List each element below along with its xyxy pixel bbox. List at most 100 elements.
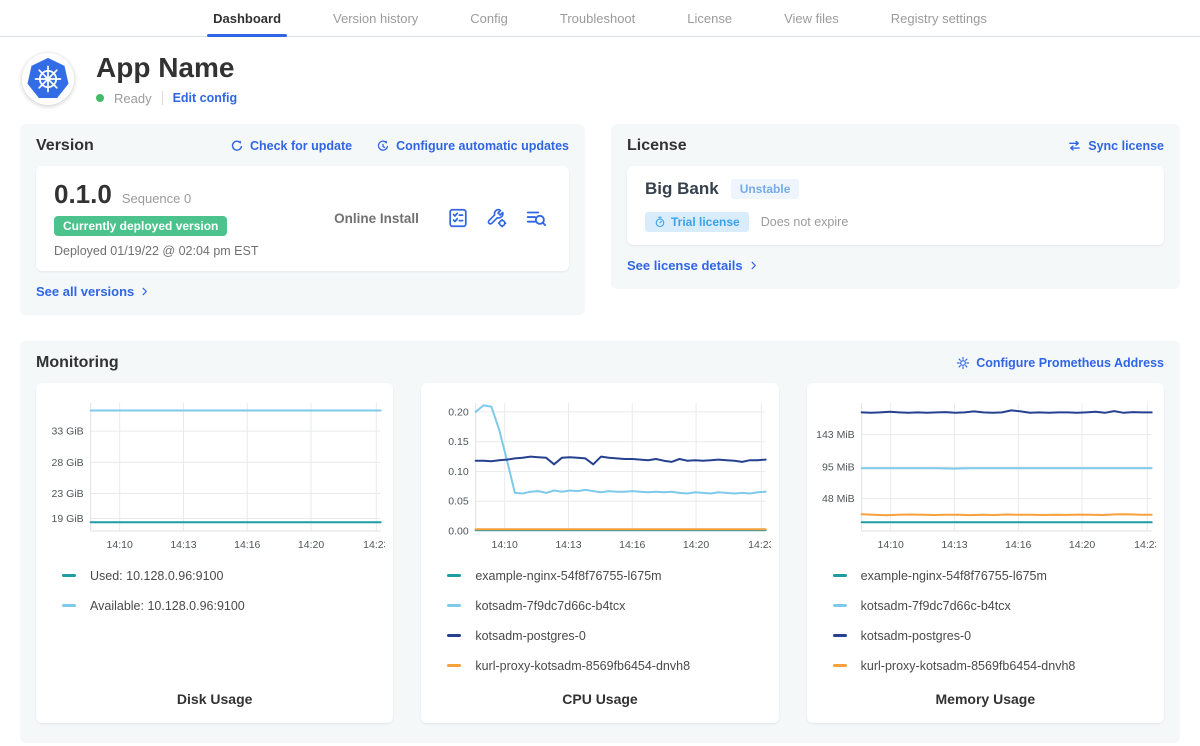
legend-swatch bbox=[447, 634, 461, 637]
legend-item: kotsadm-7f9dc7d66c-b4tcx bbox=[833, 599, 1156, 613]
license-panel: Big Bank Unstable Trial license Does not… bbox=[627, 166, 1164, 245]
svg-text:143 MiB: 143 MiB bbox=[816, 429, 855, 441]
tab-version-history[interactable]: Version history bbox=[307, 0, 444, 36]
legend-swatch bbox=[833, 604, 847, 607]
legend-label: kotsadm-7f9dc7d66c-b4tcx bbox=[475, 599, 625, 613]
svg-text:19 GiB: 19 GiB bbox=[52, 513, 84, 525]
svg-text:0.05: 0.05 bbox=[449, 496, 470, 508]
check-for-update-button[interactable]: Check for update bbox=[230, 139, 352, 153]
legend-label: kotsadm-postgres-0 bbox=[861, 629, 971, 643]
svg-text:14:13: 14:13 bbox=[941, 539, 967, 551]
svg-text:95 MiB: 95 MiB bbox=[822, 461, 855, 473]
refresh-icon bbox=[230, 139, 244, 153]
svg-text:23 GiB: 23 GiB bbox=[52, 488, 84, 500]
edit-config-link[interactable]: Edit config bbox=[173, 91, 238, 105]
legend-item: example-nginx-54f8f76755-l675m bbox=[447, 569, 770, 583]
svg-text:14:16: 14:16 bbox=[1005, 539, 1031, 551]
sync-license-button[interactable]: Sync license bbox=[1067, 138, 1164, 153]
top-nav: DashboardVersion historyConfigTroublesho… bbox=[0, 0, 1200, 37]
legend-swatch bbox=[62, 604, 76, 607]
current-version-panel: 0.1.0 Sequence 0 Currently deployed vers… bbox=[36, 166, 569, 271]
deployed-timestamp: Deployed 01/19/22 @ 02:04 pm EST bbox=[54, 244, 306, 258]
currently-deployed-badge: Currently deployed version bbox=[54, 216, 227, 236]
chart-title: Memory Usage bbox=[815, 675, 1156, 707]
tab-license[interactable]: License bbox=[661, 0, 758, 36]
svg-text:14:20: 14:20 bbox=[1069, 539, 1095, 551]
see-all-versions-link[interactable]: See all versions bbox=[36, 284, 150, 299]
chart-legend: example-nginx-54f8f76755-l675m kotsadm-7f… bbox=[833, 569, 1156, 673]
tab-dashboard[interactable]: Dashboard bbox=[187, 0, 307, 36]
svg-text:14:10: 14:10 bbox=[492, 539, 518, 551]
svg-text:14:20: 14:20 bbox=[683, 539, 709, 551]
legend-label: kurl-proxy-kotsadm-8569fb6454-dnvh8 bbox=[861, 659, 1076, 673]
svg-text:14:16: 14:16 bbox=[619, 539, 645, 551]
svg-text:48 MiB: 48 MiB bbox=[822, 493, 855, 505]
chart-canvas: 14:1014:1314:1614:2014:2348 MiB95 MiB143… bbox=[815, 395, 1156, 557]
svg-text:14:23: 14:23 bbox=[363, 539, 385, 551]
legend-swatch bbox=[62, 574, 76, 577]
deploy-logs-icon[interactable] bbox=[525, 207, 547, 229]
legend-item: example-nginx-54f8f76755-l675m bbox=[833, 569, 1156, 583]
chevron-right-icon bbox=[139, 286, 150, 297]
chart-card: 14:1014:1314:1614:2014:2348 MiB95 MiB143… bbox=[807, 383, 1164, 723]
legend-item: kotsadm-postgres-0 bbox=[833, 629, 1156, 643]
legend-label: Available: 10.128.0.96:9100 bbox=[90, 599, 245, 613]
svg-text:0.15: 0.15 bbox=[449, 436, 470, 448]
svg-text:14:23: 14:23 bbox=[749, 539, 771, 551]
edit-config-wrench-icon[interactable] bbox=[486, 207, 508, 229]
chart-title: CPU Usage bbox=[429, 675, 770, 707]
legend-swatch bbox=[447, 604, 461, 607]
legend-item: kurl-proxy-kotsadm-8569fb6454-dnvh8 bbox=[833, 659, 1156, 673]
tab-config[interactable]: Config bbox=[444, 0, 534, 36]
svg-text:14:16: 14:16 bbox=[234, 539, 260, 551]
install-type-label: Online Install bbox=[306, 211, 447, 226]
license-expiry-text: Does not expire bbox=[761, 215, 849, 229]
gear-icon bbox=[956, 356, 970, 370]
legend-label: kotsadm-7f9dc7d66c-b4tcx bbox=[861, 599, 1011, 613]
legend-label: Used: 10.128.0.96:9100 bbox=[90, 569, 223, 583]
tab-registry-settings[interactable]: Registry settings bbox=[865, 0, 1013, 36]
svg-text:14:13: 14:13 bbox=[170, 539, 196, 551]
version-card: Version Check for update Configure autom… bbox=[20, 124, 585, 315]
legend-item: Used: 10.128.0.96:9100 bbox=[62, 569, 385, 583]
chart-legend: Used: 10.128.0.96:9100 Available: 10.128.… bbox=[62, 569, 385, 613]
tab-view-files[interactable]: View files bbox=[758, 0, 865, 36]
sync-icon bbox=[1067, 138, 1082, 153]
svg-text:14:13: 14:13 bbox=[556, 539, 582, 551]
legend-item: kotsadm-postgres-0 bbox=[447, 629, 770, 643]
legend-label: example-nginx-54f8f76755-l675m bbox=[475, 569, 661, 583]
legend-swatch bbox=[447, 574, 461, 577]
clock-refresh-icon bbox=[376, 139, 390, 153]
legend-swatch bbox=[447, 664, 461, 667]
charts-row: 14:1014:1314:1614:2014:2319 GiB23 GiB28 … bbox=[36, 383, 1164, 723]
chart-title: Disk Usage bbox=[44, 675, 385, 707]
svg-text:14:10: 14:10 bbox=[877, 539, 903, 551]
app-logo bbox=[22, 53, 74, 105]
chart-card: 14:1014:1314:1614:2014:230.000.050.100.1… bbox=[421, 383, 778, 723]
chart-card: 14:1014:1314:1614:2014:2319 GiB23 GiB28 … bbox=[36, 383, 393, 723]
tab-troubleshoot[interactable]: Troubleshoot bbox=[534, 0, 661, 36]
see-license-details-link[interactable]: See license details bbox=[627, 258, 759, 273]
legend-swatch bbox=[833, 634, 847, 637]
page-title: App Name bbox=[96, 53, 237, 84]
svg-text:0.00: 0.00 bbox=[449, 525, 470, 537]
ready-status-dot bbox=[96, 94, 104, 102]
trial-license-badge: Trial license bbox=[645, 212, 749, 232]
legend-label: example-nginx-54f8f76755-l675m bbox=[861, 569, 1047, 583]
license-card: License Sync license Big Bank Unstable bbox=[611, 124, 1180, 289]
nav-tabs: DashboardVersion historyConfigTroublesho… bbox=[187, 0, 1013, 36]
chevron-right-icon bbox=[748, 260, 759, 271]
svg-text:14:10: 14:10 bbox=[107, 539, 133, 551]
app-status-text: Ready bbox=[114, 91, 152, 106]
configure-automatic-updates-button[interactable]: Configure automatic updates bbox=[376, 139, 569, 153]
chart-canvas: 14:1014:1314:1614:2014:2319 GiB23 GiB28 … bbox=[44, 395, 385, 557]
monitoring-title: Monitoring bbox=[36, 354, 119, 372]
monitoring-card: Monitoring Configure Prometheus Address … bbox=[20, 341, 1180, 743]
svg-text:0.20: 0.20 bbox=[449, 406, 470, 418]
version-sequence: Sequence 0 bbox=[122, 191, 191, 206]
license-card-title: License bbox=[627, 137, 687, 155]
kubernetes-logo-icon bbox=[25, 56, 71, 102]
configure-prometheus-button[interactable]: Configure Prometheus Address bbox=[956, 356, 1164, 370]
svg-text:14:20: 14:20 bbox=[298, 539, 324, 551]
preflight-checklist-icon[interactable] bbox=[447, 207, 469, 229]
